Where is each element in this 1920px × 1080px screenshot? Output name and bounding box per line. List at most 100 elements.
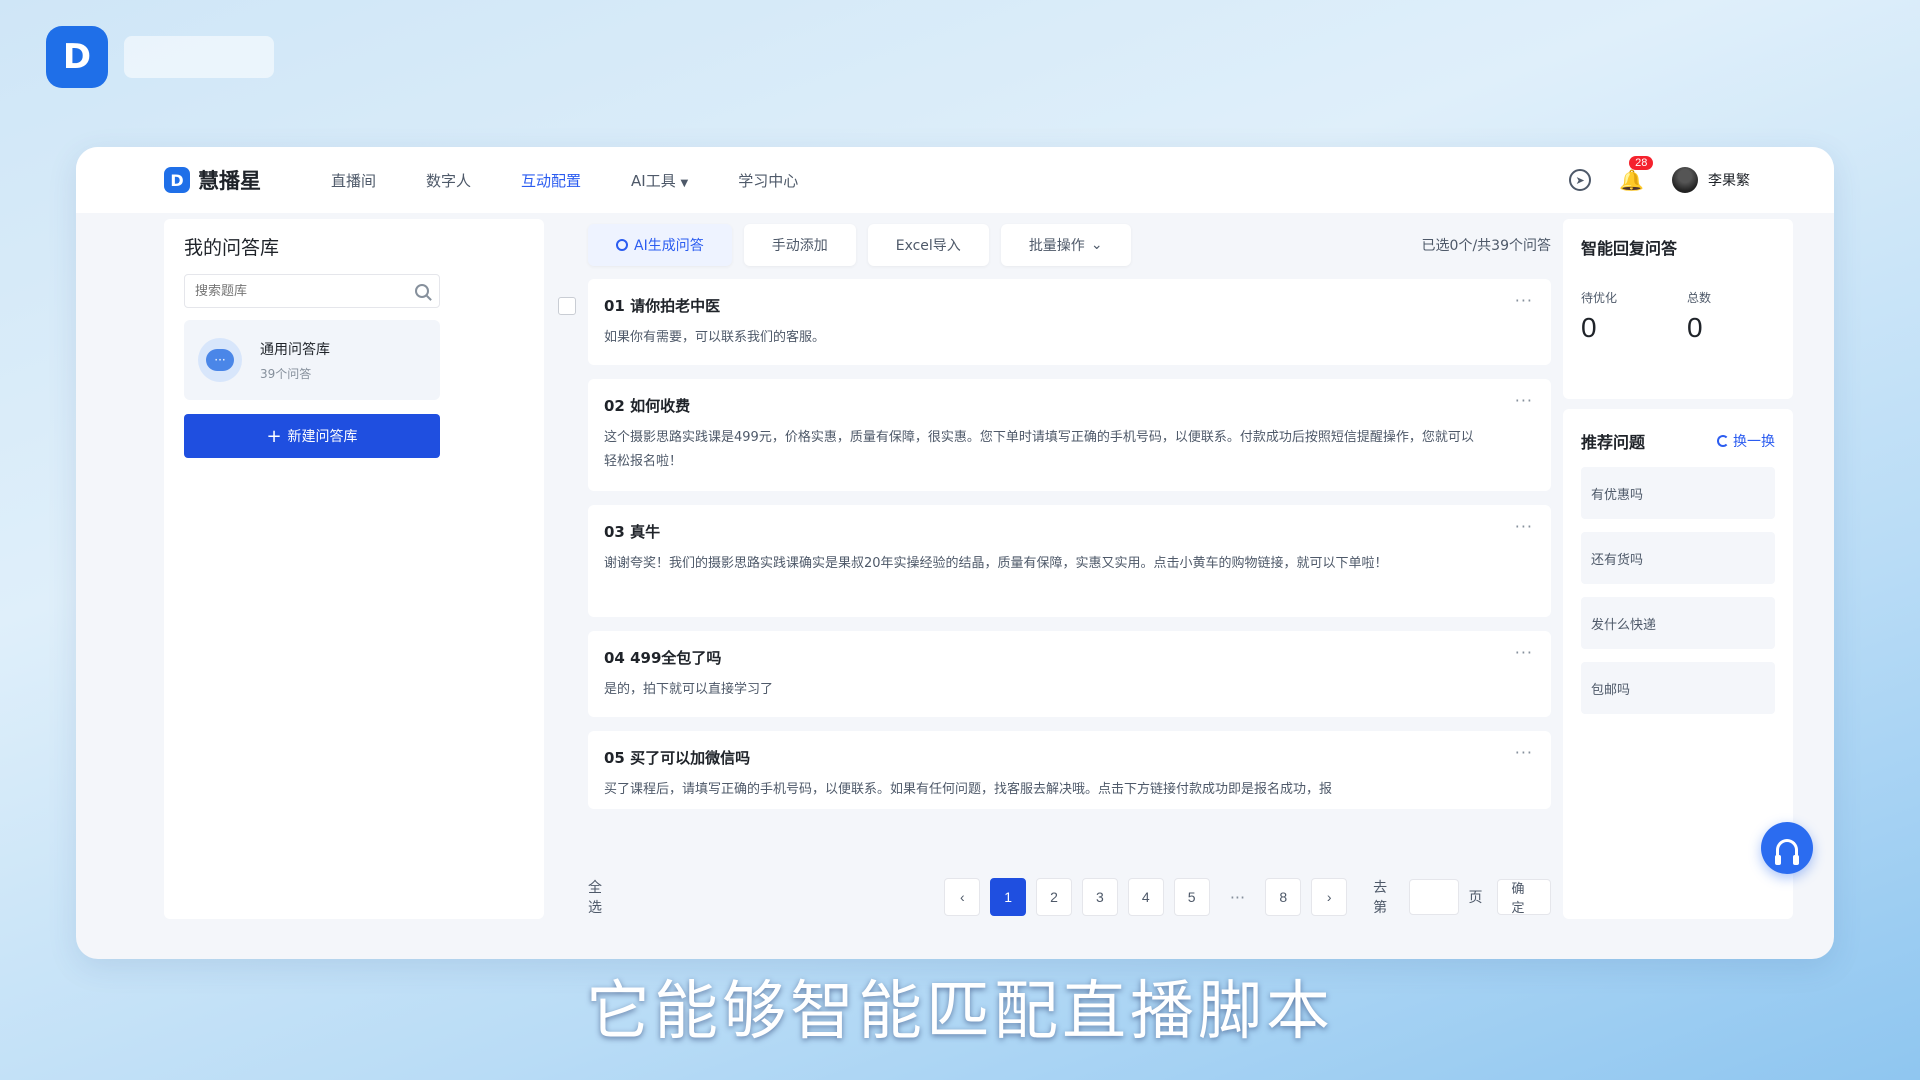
tab-ai-generate-label: AI生成问答 <box>634 238 704 254</box>
stat-label: 总数 <box>1687 291 1712 305</box>
smart-reply-title: 智能回复问答 <box>1581 239 1678 258</box>
rec-item[interactable]: 包邮吗 <box>1581 662 1775 714</box>
next-page-button[interactable]: › <box>1311 878 1348 916</box>
rec-item[interactable]: 有优惠吗 <box>1581 467 1775 519</box>
chevron-down-icon: ⌄ <box>1090 237 1103 253</box>
qa-list: 01 请你拍老中医 如果你有需要，可以联系我们的客服。 ··· 02 如何收费 … <box>588 279 1551 823</box>
list-item[interactable]: 01 请你拍老中医 如果你有需要，可以联系我们的客服。 ··· <box>588 279 1551 365</box>
refresh-button[interactable]: 换一换 <box>1717 431 1775 451</box>
library-search <box>184 274 440 308</box>
refresh-label: 换一换 <box>1733 434 1775 450</box>
list-item[interactable]: 02 如何收费 这个摄影思路实践课是499元，价格实惠，质量有保障，很实惠。您下… <box>588 379 1551 491</box>
selected-count: 已选0个/共39个问答 <box>1421 238 1551 254</box>
nav-interaction-config[interactable]: 互动配置 <box>521 170 609 191</box>
answer-text: 谢谢夸奖！我们的摄影思路实践课确实是果叔20年实操经验的结晶，质量有保障，实惠又… <box>604 556 1388 571</box>
more-icon[interactable]: ··· <box>1515 391 1533 410</box>
page-unit-label: 页 <box>1468 890 1483 906</box>
video-subtitle: 它能够智能匹配直播脚本 <box>586 975 1334 1049</box>
new-library-label: 新建问答库 <box>287 429 358 445</box>
headset-icon <box>1775 839 1799 865</box>
confirm-button[interactable]: 确定 <box>1496 879 1551 916</box>
qa-main-area: AI生成问答 手动添加 Excel导入 批量操作 ⌄ 已选0个/共39个问答 0… <box>556 219 1551 919</box>
panel-title: 我的问答库 <box>184 237 280 259</box>
prev-page-button[interactable]: ‹ <box>944 878 981 916</box>
more-icon[interactable]: ··· <box>1515 643 1533 662</box>
tab-manual-add[interactable]: 手动添加 <box>743 224 856 266</box>
more-icon[interactable]: ··· <box>1515 517 1533 536</box>
top-right-tools: ➤ 🔔 28 李果繁 <box>1569 147 1750 213</box>
answer-text: 买了课程后，请填写正确的手机号码，以便联系。如果有任何问题，找客服去解决哦。点击… <box>604 782 1333 797</box>
notification-badge: 28 <box>1629 156 1654 170</box>
action-tabs: AI生成问答 手动添加 Excel导入 批量操作 ⌄ 已选0个/共39个问答 <box>556 219 1551 271</box>
stat-value: 0 <box>1581 312 1597 343</box>
answer-text: 是的，拍下就可以直接学习了 <box>604 682 774 697</box>
app-window: D 慧播星 直播间 数字人 互动配置 AI工具 ▼ 学习中心 ➤ 🔔 28 李果… <box>76 147 1834 959</box>
question-text: 04 499全包了吗 <box>604 649 722 667</box>
notification-bell[interactable]: 🔔 28 <box>1619 156 1654 192</box>
smart-reply-panel: 智能回复问答 待优化 0 总数 0 <box>1563 219 1793 399</box>
compass-icon[interactable]: ➤ <box>1569 169 1592 191</box>
stat-label: 待优化 <box>1581 291 1618 305</box>
library-search-input[interactable] <box>195 283 395 299</box>
rec-header: 推荐问题 换一换 <box>1581 429 1775 453</box>
page-8[interactable]: 8 <box>1265 878 1302 916</box>
app-name: 慧播星 <box>198 169 261 193</box>
stat-total: 总数 0 <box>1687 289 1711 344</box>
refresh-icon <box>1717 435 1729 447</box>
stat-value: 0 <box>1687 312 1703 343</box>
page-4[interactable]: 4 <box>1127 878 1164 916</box>
pagination: 全选 ‹ 1 2 3 4 5 ··· 8 › 去第 页 确定 <box>588 875 1551 919</box>
library-count: 39个问答 <box>260 366 312 381</box>
answer-text: 这个摄影思路实践课是499元，价格实惠，质量有保障，很实惠。您下单时请填写正确的… <box>604 430 1474 469</box>
question-text: 02 如何收费 <box>604 397 691 415</box>
chat-bubble-icon: ··· <box>198 338 242 382</box>
rec-item[interactable]: 发什么快递 <box>1581 597 1775 649</box>
user-menu[interactable]: 李果繁 <box>1672 167 1750 193</box>
ai-icon <box>616 239 628 251</box>
select-all[interactable]: 全选 <box>588 877 614 917</box>
more-icon[interactable]: ··· <box>1515 291 1533 310</box>
stat-to-optimize: 待优化 0 <box>1581 289 1617 344</box>
tab-batch-ops[interactable]: 批量操作 ⌄ <box>1000 224 1131 266</box>
list-item[interactable]: 05 买了可以加微信吗 买了课程后，请填写正确的手机号码，以便联系。如果有任何问… <box>588 731 1551 809</box>
tab-ai-generate[interactable]: AI生成问答 <box>588 224 732 266</box>
list-item[interactable]: 04 499全包了吗 是的，拍下就可以直接学习了 ··· <box>588 631 1551 717</box>
rec-item[interactable]: 还有货吗 <box>1581 532 1775 584</box>
nav-live-room[interactable]: 直播间 <box>331 170 404 191</box>
brand-blurred-name <box>124 36 274 78</box>
brand-logo-icon: D <box>46 26 108 88</box>
tab-batch-ops-label: 批量操作 <box>1028 238 1085 254</box>
page-5[interactable]: 5 <box>1173 878 1210 916</box>
library-name: 通用问答库 <box>260 341 330 358</box>
user-name: 李果繁 <box>1708 173 1750 189</box>
main-nav: 直播间 数字人 互动配置 AI工具 ▼ 学习中心 <box>331 170 848 191</box>
recommended-questions-panel: 推荐问题 换一换 有优惠吗 还有货吗 发什么快递 包邮吗 <box>1563 409 1793 919</box>
customer-support-button[interactable] <box>1761 822 1813 874</box>
page-1[interactable]: 1 <box>990 878 1027 916</box>
answer-text: 如果你有需要，可以联系我们的客服。 <box>604 330 826 345</box>
caret-down-icon: ▼ <box>680 177 689 189</box>
new-library-button[interactable]: + 新建问答库 <box>184 414 440 458</box>
question-text: 03 真牛 <box>604 523 661 541</box>
search-icon[interactable] <box>415 284 429 298</box>
list-item[interactable]: 03 真牛 谢谢夸奖！我们的摄影思路实践课确实是果叔20年实操经验的结晶，质量有… <box>588 505 1551 617</box>
library-card[interactable]: ··· 通用问答库 39个问答 <box>184 320 440 400</box>
plus-icon: + <box>266 425 282 447</box>
page-2[interactable]: 2 <box>1036 878 1072 916</box>
nav-learning-center[interactable]: 学习中心 <box>738 170 826 191</box>
more-icon[interactable]: ··· <box>1515 743 1533 762</box>
goto-label: 去第 <box>1373 880 1388 916</box>
app-logo[interactable]: D 慧播星 <box>164 165 261 195</box>
top-navigation-bar: D 慧播星 直播间 数字人 互动配置 AI工具 ▼ 学习中心 ➤ 🔔 28 李果… <box>76 147 1834 213</box>
nav-ai-tools[interactable]: AI工具 ▼ <box>631 170 716 191</box>
app-logo-icon: D <box>164 167 190 193</box>
watermark-brand: D <box>46 26 274 88</box>
qa-library-panel: 我的问答库 ··· 通用问答库 39个问答 + 新建问答库 <box>164 219 544 919</box>
row-checkbox[interactable] <box>558 297 576 315</box>
nav-digital-human[interactable]: 数字人 <box>426 170 499 191</box>
page-3[interactable]: 3 <box>1081 878 1118 916</box>
tab-excel-import[interactable]: Excel导入 <box>867 224 989 266</box>
question-text: 05 买了可以加微信吗 <box>604 749 751 767</box>
ellipsis-icon[interactable]: ··· <box>1220 888 1256 907</box>
goto-page-input[interactable] <box>1409 879 1459 915</box>
